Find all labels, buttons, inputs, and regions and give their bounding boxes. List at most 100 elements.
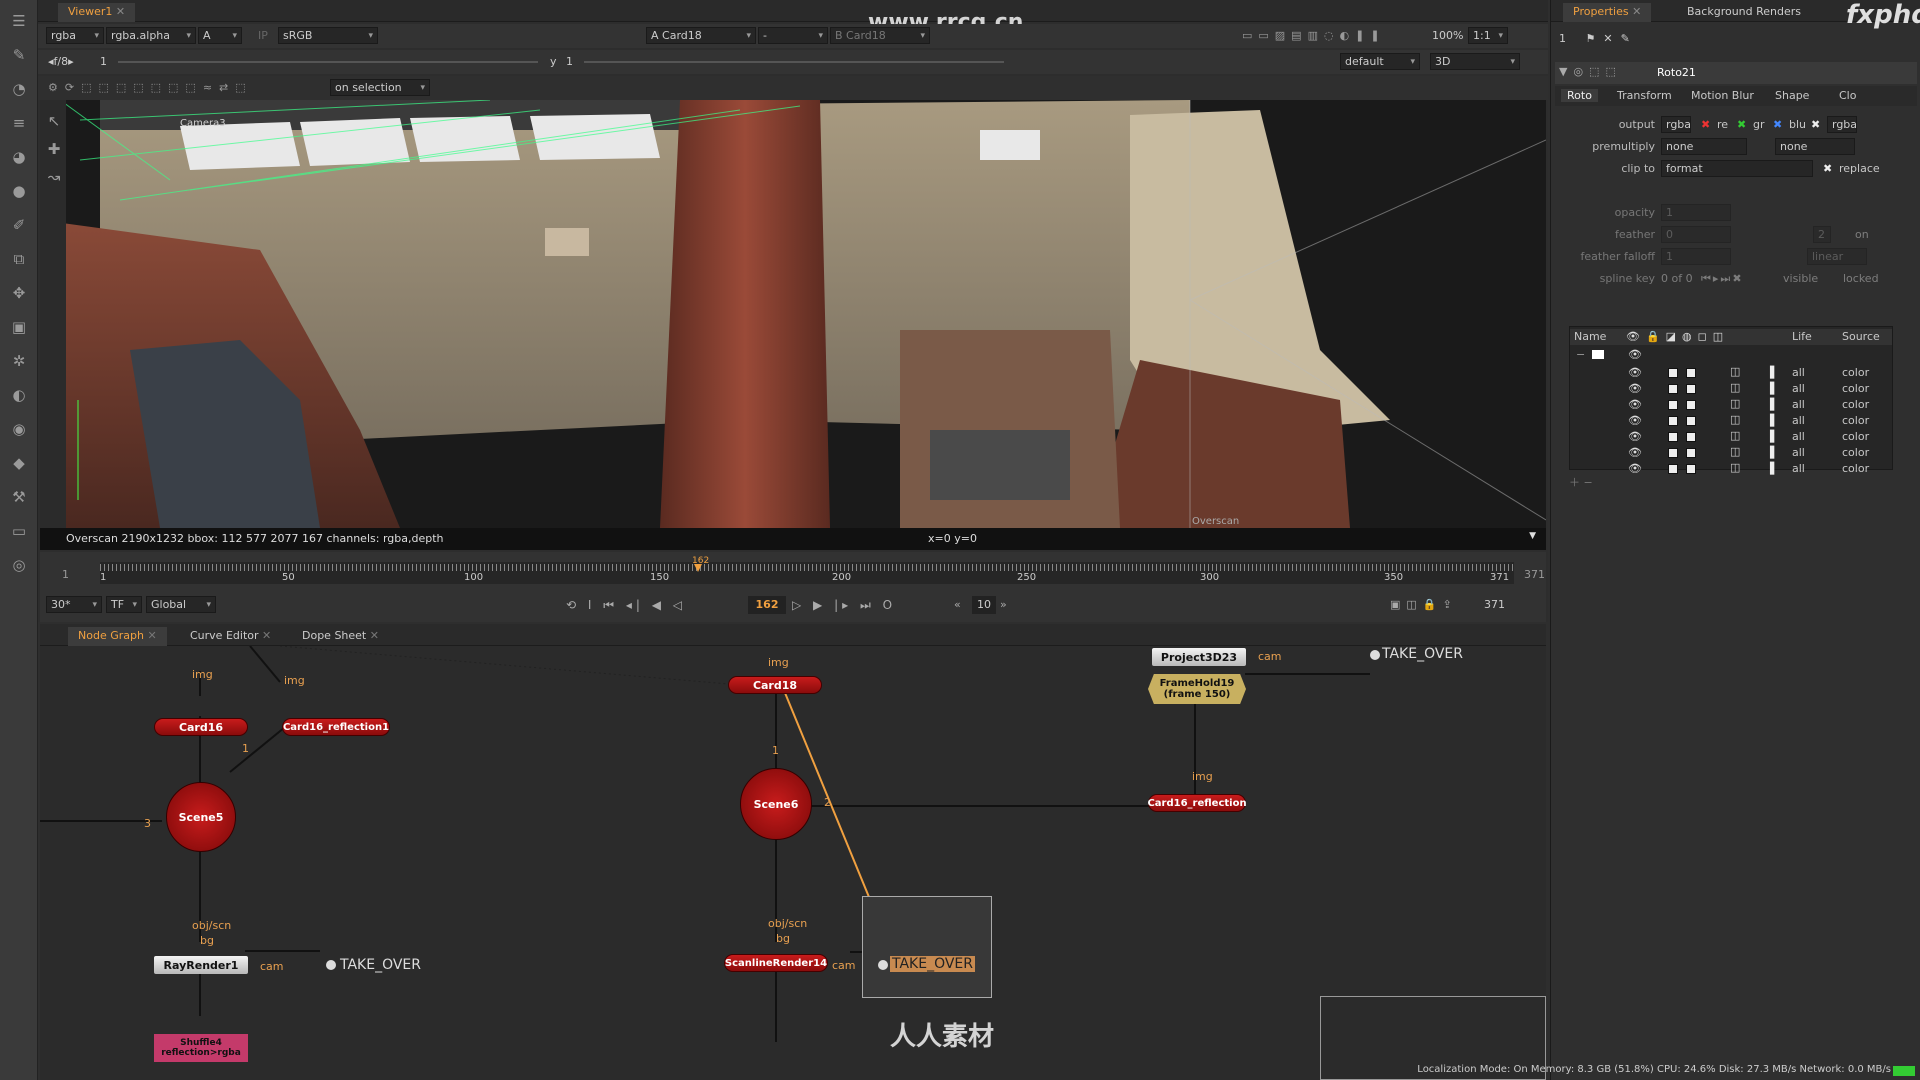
node-card16-reflection1[interactable]: Card16_reflection1 <box>282 718 390 736</box>
in-point[interactable]: I <box>588 598 596 612</box>
col-source[interactable]: Source <box>1842 330 1880 343</box>
eye-icon[interactable]: 👁 <box>1628 382 1642 395</box>
dot-icon[interactable] <box>326 960 336 970</box>
gamma-value[interactable]: 1 <box>562 53 582 70</box>
add-point-icon[interactable]: ✚ <box>42 138 66 160</box>
eye-icon[interactable]: 👁 <box>1628 398 1642 411</box>
node-rayrender1[interactable]: RayRender1 <box>154 956 248 974</box>
compare-dropdown[interactable]: - <box>758 27 828 44</box>
checkbox-icon[interactable] <box>1668 432 1678 442</box>
transport-right[interactable]: ▷ ▶ |▸ ⏭ O <box>792 598 896 613</box>
blend-icon[interactable]: ◫ <box>1730 429 1740 442</box>
life-value[interactable]: all <box>1792 430 1805 443</box>
life-value[interactable]: all <box>1792 414 1805 427</box>
node-scene5[interactable]: Scene5 <box>166 782 236 852</box>
eye-icon[interactable]: 👁 <box>1628 366 1642 379</box>
tab-properties[interactable]: Properties ✕ <box>1563 3 1652 22</box>
falloff-mode-dropdown[interactable]: linear <box>1807 248 1867 265</box>
tab-transform[interactable]: Transform <box>1617 89 1672 102</box>
node-framehold19[interactable]: FrameHold19 (frame 150) <box>1148 674 1246 704</box>
eye-icon[interactable]: 👁 <box>1628 430 1642 443</box>
pen-icon[interactable]: ✎ <box>7 44 31 66</box>
life-value[interactable]: all <box>1792 446 1805 459</box>
dot-icon[interactable] <box>1370 650 1380 660</box>
scope-dropdown[interactable]: Global <box>146 596 216 613</box>
close-icon[interactable]: ✕ <box>147 629 156 642</box>
checkbox-icon[interactable] <box>1668 464 1678 474</box>
checkbox-icon[interactable] <box>1668 384 1678 394</box>
source-value[interactable]: color <box>1842 382 1869 395</box>
transform-icon[interactable]: ✥ <box>7 282 31 304</box>
output-dropdown[interactable]: rgba <box>1661 116 1691 133</box>
channel-icon[interactable]: ≡ <box>7 112 31 134</box>
viewer-image[interactable]: Camera3 Overscan <box>40 100 1546 528</box>
close-icon[interactable]: ✕ <box>370 629 379 642</box>
current-frame-field[interactable]: 162 <box>748 596 786 614</box>
merge-icon[interactable]: ⧉ <box>7 248 31 270</box>
node-scanlinerender14[interactable]: ScanlineRender14 <box>724 954 828 972</box>
life-value[interactable]: all <box>1792 366 1805 379</box>
timeline-start[interactable]: 1 <box>62 568 69 581</box>
deep-icon[interactable]: ◐ <box>7 384 31 406</box>
input-a-dropdown[interactable]: A Card18 <box>646 27 756 44</box>
transport-left[interactable]: ⟲ I ⏮ ◂| ◀ ◁ <box>566 598 686 613</box>
views-icon[interactable]: ◉ <box>7 418 31 440</box>
checkbox-icon[interactable] <box>1668 400 1678 410</box>
red-channel-icon[interactable]: ✖ <box>1701 118 1710 131</box>
shape-list[interactable]: Name 👁🔒◪◍◻◫ Life Source − 👁 👁 ◫ ▌ all color 👁… <box>1569 326 1893 475</box>
particles-icon[interactable]: ✲ <box>7 350 31 372</box>
node-card16-reflection[interactable]: Card16_reflection <box>1147 794 1247 812</box>
source-value[interactable]: color <box>1842 446 1869 459</box>
tab-viewer[interactable]: Viewer1 ✕ <box>58 3 136 22</box>
colorspace-dropdown[interactable]: sRGB <box>278 27 378 44</box>
close-icon[interactable]: ✕ <box>1632 5 1641 18</box>
source-value[interactable]: color <box>1842 430 1869 443</box>
fstop[interactable]: ◂ f/8 ▸ <box>44 53 94 70</box>
node-card16[interactable]: Card16 <box>154 718 248 736</box>
eye-icon[interactable]: 👁 <box>1628 414 1642 427</box>
transform-tools[interactable]: ⚙⟳⬚⬚⬚⬚⬚⬚⬚≈⇄⬚ <box>44 79 324 96</box>
step-field[interactable]: 10 <box>972 596 996 614</box>
node-card18[interactable]: Card18 <box>728 676 822 694</box>
tab-shape[interactable]: Shape <box>1775 89 1809 102</box>
col-name[interactable]: Name <box>1574 330 1606 343</box>
3d-icon[interactable]: ▣ <box>7 316 31 338</box>
ratio-dropdown[interactable]: 1:1 <box>1468 27 1508 44</box>
collapse-icon[interactable]: − <box>1576 348 1585 361</box>
step-forward-icon[interactable]: » <box>1000 598 1007 611</box>
checkbox-icon[interactable] <box>1686 400 1696 410</box>
tab-motion-blur[interactable]: Motion Blur <box>1691 89 1754 102</box>
playback-options[interactable]: ▣◫🔒⇪ <box>1390 598 1458 611</box>
checkbox-icon[interactable] <box>1686 416 1696 426</box>
tab-background-renders[interactable]: Background Renders <box>1677 3 1811 22</box>
selection-box[interactable] <box>862 896 992 998</box>
source-value[interactable]: color <box>1842 462 1869 475</box>
blend-icon[interactable]: ◫ <box>1730 461 1740 474</box>
life-value[interactable]: all <box>1792 398 1805 411</box>
tab-curve-editor[interactable]: Curve Editor ✕ <box>180 627 281 646</box>
lut-dropdown[interactable]: default <box>1340 53 1420 70</box>
menu-icon[interactable]: ☰ <box>7 10 31 32</box>
keyer-icon[interactable]: ✐ <box>7 214 31 236</box>
source-value[interactable]: color <box>1842 366 1869 379</box>
opacity-field[interactable]: 1 <box>1661 204 1731 221</box>
checkbox-icon[interactable] <box>1668 368 1678 378</box>
gamma-slider[interactable] <box>584 61 1004 63</box>
color-icon[interactable]: ◕ <box>7 146 31 168</box>
keyframe-nav-icons[interactable]: ⏮▸⏭✖ <box>1701 272 1744 286</box>
filter-icon[interactable]: ● <box>7 180 31 202</box>
ip-toggle[interactable]: IP <box>254 27 274 44</box>
source-value[interactable]: color <box>1842 398 1869 411</box>
tab-clone[interactable]: Clo <box>1839 89 1856 102</box>
gain-value[interactable]: 1 <box>96 53 116 70</box>
shape-folder-row[interactable]: − 👁 <box>1570 347 1892 363</box>
col-life[interactable]: Life <box>1792 330 1812 343</box>
tab-node-graph[interactable]: Node Graph ✕ <box>68 627 167 646</box>
node-take-over-1[interactable]: TAKE_OVER <box>340 957 421 973</box>
zoom-value[interactable]: 100% <box>1428 27 1468 44</box>
dot-icon[interactable] <box>878 960 888 970</box>
gain-slider[interactable] <box>118 61 538 63</box>
checkbox-icon[interactable] <box>1686 368 1696 378</box>
checkbox-icon[interactable] <box>1686 464 1696 474</box>
checkbox-icon[interactable] <box>1686 448 1696 458</box>
